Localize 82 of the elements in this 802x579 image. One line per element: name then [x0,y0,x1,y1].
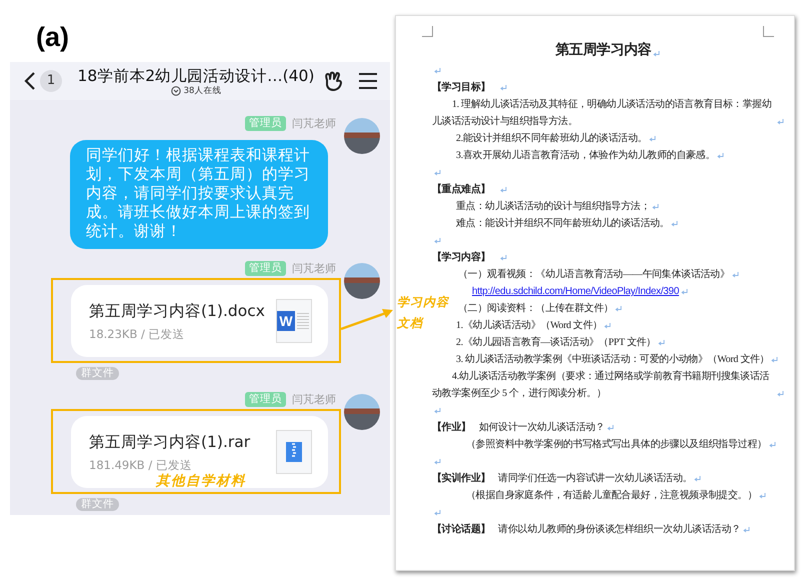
back-icon[interactable] [24,71,36,91]
avatar-photo-placeholder [344,394,380,430]
paragraph-text: 请你以幼儿教师的身份谈谈怎样组织一次幼儿谈话活动？ [498,522,741,537]
hand-gesture-icon[interactable] [322,70,344,92]
annotation-label: 其他自学材料 [156,472,246,491]
avatar-photo-placeholder [344,118,380,154]
chevron-circle-icon[interactable] [170,86,181,96]
sender-name: 闫芃老师 [292,261,336,276]
group-file-tag: 群文件 [76,498,119,511]
section-heading: 【重点难点】 [432,182,490,197]
paragraph-text: （二）阅读资料：（上传在群文件） [458,302,614,316]
chat-title: 18学前本2幼儿园活动设计…(40) [78,66,314,86]
paragraph-text: 2.能设计并组织不同年龄班幼儿的谈话活动。 [456,132,648,146]
return-mark-icon [615,306,622,312]
return-mark-icon [652,204,660,210]
annotation-label: 学习内容文档 [397,294,450,332]
file-name: 第五周学习内容(1).docx [89,300,265,322]
paragraph-text: 如何设计一次幼儿谈话活动？ [478,420,605,435]
paragraph-text: 2.《幼儿园语言教育—谈话活动》（PPT 文件） [456,336,656,350]
return-mark-icon [680,289,688,295]
paragraph-text: 重点：幼儿谈话活动的设计与组织指导方法； [456,200,650,214]
paragraph-text: 4.幼儿谈话活动教学案例（要求：通过网络或学前教育书籍期刊搜集谈话活动教学案例至少 5 个，进行阅读分析。） [432,370,770,401]
return-mark-icon [649,136,656,142]
group-file-tag: 群文件 [76,367,119,380]
paragraph-text: 1.《幼儿谈话活动》（Word 文件） [456,318,602,333]
document-title: 第五周学习内容 [556,40,652,60]
return-mark-icon [717,153,724,159]
return-mark-icon [500,187,508,193]
return-mark-icon [658,340,665,346]
return-mark-icon [777,391,784,397]
sender-name: 闫芃老师 [292,392,336,407]
return-mark-icon [434,170,441,176]
return-mark-icon [768,442,776,448]
return-mark-icon [671,221,678,227]
file-name: 第五周学习内容(1).rar [89,432,250,452]
link[interactable]: http://edu.sdchild.com/Home/VideoPlay/Index/390 [472,283,679,300]
unread-count-badge: 1 [40,70,62,92]
corner-mark-icon [763,26,774,37]
return-mark-icon [500,85,508,91]
return-mark-icon [771,357,778,363]
paragraph-text: （一）观看视频：《幼儿语言教育活动——午间集体谈话活动》 [458,268,730,282]
paragraph-text: 1. 理解幼儿谈话活动及其特征，明确幼儿谈话活动的语言教育目标：掌握幼儿谈话活动设计与组织指导方法。 [432,98,773,129]
return-mark-icon [694,476,702,482]
return-mark-icon [653,51,660,57]
return-mark-icon [434,459,441,465]
online-count: 38人在线 [184,86,222,96]
return-mark-icon [604,323,612,329]
figure-label: (a) [36,22,69,54]
paragraph-text: 请同学们任选一内容试讲一次幼儿谈话活动。 [498,472,692,486]
return-mark-icon [434,510,441,516]
return-mark-icon [742,527,750,533]
file-message-card[interactable]: 第五周学习内容(1).docx 18.23KB / 已发送 W [71,285,328,357]
paragraph-text: 难点：能设计并组织不同年龄班幼儿的谈话活动。 [456,216,670,231]
section-heading: 【作业】 [432,420,471,435]
archive-file-icon [276,430,312,474]
corner-mark-icon [422,26,433,37]
file-size: 181.49KB / 已发送 [89,458,193,472]
return-mark-icon [732,272,739,278]
role-badge: 管理员 [245,116,286,131]
return-mark-icon [759,493,766,499]
menu-icon[interactable] [358,72,378,90]
paragraph-text: 3.喜欢开展幼儿语言教育活动，体验作为幼儿教师的自豪感。 [456,148,716,163]
paragraph-text: （参照资料中教学案例的书写格式写出具体的步骤以及组织指导过程） [466,438,767,452]
return-mark-icon [777,119,784,125]
return-mark-icon [500,255,508,261]
message-bubble: 同学们好！根据课程表和课程计划，下发本周（第五周）的学习内容，请同学们按要求认真完成。请班长做好本周上课的签到统计。谢谢！ [70,140,328,249]
file-size: 18.23KB / 已发送 [89,326,186,342]
paragraph-text: （根据自身家庭条件，有适龄儿童配合最好，注意视频录制提交。） [466,488,758,503]
avatar-photo-placeholder [344,263,380,299]
sender-name: 闫芃老师 [292,116,336,131]
return-mark-icon [606,425,614,431]
section-heading: 【讨论话题】 [432,522,490,537]
return-mark-icon [434,408,441,414]
paragraph-text: 3. 幼儿谈话活动教学案例《中班谈话活动：可爱的小动物》（Word 文件） [456,352,770,367]
role-badge: 管理员 [245,392,286,407]
section-heading: 【学习目标】 [432,80,490,95]
word-document-icon: W [276,299,312,343]
section-heading: 【实训作业】 [432,471,490,486]
role-badge: 管理员 [245,261,286,276]
section-heading: 【学习内容】 [432,250,490,265]
return-mark-icon [434,238,441,244]
return-mark-icon [434,68,441,74]
